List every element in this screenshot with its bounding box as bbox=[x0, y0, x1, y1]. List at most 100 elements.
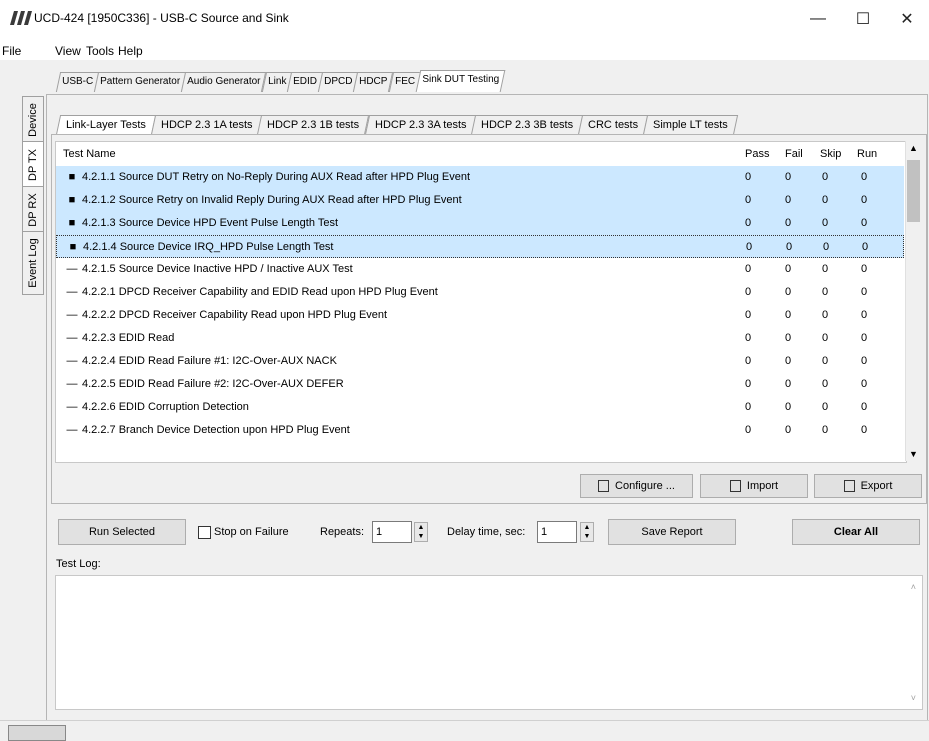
delay-label: Delay time, sec: bbox=[447, 526, 526, 538]
pass-cell: 0 bbox=[745, 309, 752, 321]
row-status-icon: ■ bbox=[68, 194, 76, 206]
skip-cell: 0 bbox=[822, 332, 829, 344]
row-status-icon: — bbox=[66, 309, 78, 321]
pass-cell: 0 bbox=[745, 378, 752, 390]
pass-cell: 0 bbox=[745, 401, 752, 413]
run-cell: 0 bbox=[861, 401, 868, 413]
pass-cell: 0 bbox=[745, 355, 752, 367]
tab-usb-c[interactable]: USB-C bbox=[55, 72, 100, 92]
table-row[interactable]: ■ 4.2.1.3 Source Device HPD Event Pulse L… bbox=[56, 212, 904, 235]
tab-simple-lt-tests[interactable]: Simple LT tests bbox=[643, 115, 739, 135]
side-tab-dp-tx[interactable]: DP TX bbox=[22, 141, 44, 189]
stop-on-failure-checkbox[interactable] bbox=[198, 526, 211, 539]
run-selected-button[interactable]: Run Selected bbox=[58, 519, 186, 545]
log-scroll-down-icon[interactable]: ˅ bbox=[911, 693, 916, 703]
app-logo-icon bbox=[10, 11, 32, 25]
stop-on-failure-label: Stop on Failure bbox=[214, 526, 289, 538]
table-row[interactable]: — 4.2.2.2 DPCD Receiver Capability Read u… bbox=[56, 304, 904, 327]
test-name-cell: 4.2.2.4 EDID Read Failure #1: I2C-Over-A… bbox=[82, 355, 337, 367]
side-tab-dp-rx[interactable]: DP RX bbox=[22, 186, 44, 234]
row-status-icon: — bbox=[66, 378, 78, 390]
skip-cell: 0 bbox=[822, 355, 829, 367]
skip-cell: 0 bbox=[822, 217, 829, 229]
minimize-button[interactable]: — bbox=[795, 0, 841, 38]
fail-cell: 0 bbox=[785, 424, 792, 436]
configure-icon bbox=[598, 480, 610, 492]
pass-cell: 0 bbox=[745, 217, 752, 229]
test-log-area[interactable]: ˄ ˅ bbox=[55, 575, 923, 710]
menu-view[interactable]: View bbox=[55, 44, 81, 58]
save-report-button[interactable]: Save Report bbox=[608, 519, 736, 545]
row-status-icon: — bbox=[66, 424, 78, 436]
menu-help[interactable]: Help bbox=[118, 44, 143, 58]
status-bar bbox=[0, 720, 929, 738]
pass-cell: 0 bbox=[745, 332, 752, 344]
table-row[interactable]: — 4.2.2.7 Branch Device Detection upon HP… bbox=[56, 419, 904, 442]
run-cell: 0 bbox=[861, 309, 868, 321]
tab-hdcp-3b-tests[interactable]: HDCP 2.3 3B tests bbox=[470, 115, 584, 135]
row-status-icon: ■ bbox=[68, 217, 76, 229]
tab-pattern-generator[interactable]: Pattern Generator bbox=[93, 72, 187, 92]
maximize-button[interactable]: ☐ bbox=[840, 0, 886, 38]
inner-tab-bar: Link-Layer Tests HDCP 2.3 1A tests HDCP … bbox=[55, 115, 739, 135]
scroll-down-icon[interactable]: ▼ bbox=[909, 449, 918, 459]
side-tab-device[interactable]: Device bbox=[22, 96, 44, 144]
table-row[interactable]: — 4.2.2.5 EDID Read Failure #2: I2C-Over-… bbox=[56, 373, 904, 396]
test-name-cell: 4.2.2.7 Branch Device Detection upon HPD… bbox=[82, 424, 350, 436]
row-status-icon: ■ bbox=[69, 241, 77, 253]
table-row[interactable]: ■ 4.2.1.2 Source Retry on Invalid Reply D… bbox=[56, 189, 904, 212]
run-cell: 0 bbox=[861, 355, 868, 367]
import-button[interactable]: Import bbox=[700, 474, 808, 498]
tab-crc-tests[interactable]: CRC tests bbox=[578, 115, 649, 135]
table-row[interactable]: — 4.2.2.6 EDID Corruption Detection 0 0 0 0 bbox=[56, 396, 904, 419]
tab-link-layer-tests[interactable]: Link-Layer Tests bbox=[55, 115, 157, 135]
tab-sink-dut-testing[interactable]: Sink DUT Testing bbox=[415, 70, 505, 92]
scroll-up-icon[interactable]: ▲ bbox=[909, 143, 918, 153]
clear-all-button[interactable]: Clear All bbox=[792, 519, 920, 545]
column-header-skip[interactable]: Skip bbox=[820, 142, 841, 166]
run-cell: 0 bbox=[861, 263, 868, 275]
repeats-spinner[interactable]: ▲ ▼ bbox=[414, 522, 428, 542]
column-header-test-name[interactable]: Test Name bbox=[63, 142, 116, 166]
tab-audio-generator[interactable]: Audio Generator bbox=[181, 72, 267, 92]
fail-cell: 0 bbox=[785, 217, 792, 229]
tab-dpcd[interactable]: DPCD bbox=[317, 72, 359, 92]
table-row[interactable]: — 4.2.2.1 DPCD Receiver Capability and ED… bbox=[56, 281, 904, 304]
column-header-pass[interactable]: Pass bbox=[745, 142, 769, 166]
pass-cell: 0 bbox=[746, 241, 753, 253]
table-row[interactable]: — 4.2.1.5 Source Device Inactive HPD / In… bbox=[56, 258, 904, 281]
table-row[interactable]: — 4.2.2.3 EDID Read 0 0 0 0 bbox=[56, 327, 904, 350]
tab-hdcp[interactable]: HDCP bbox=[353, 72, 394, 92]
table-row[interactable]: ■ 4.2.1.4 Source Device IRQ_HPD Pulse Len… bbox=[56, 235, 904, 258]
configure-button[interactable]: Configure ... bbox=[580, 474, 693, 498]
menu-file[interactable]: File bbox=[2, 44, 21, 58]
test-name-cell: 4.2.2.1 DPCD Receiver Capability and EDI… bbox=[82, 286, 438, 298]
run-cell: 0 bbox=[862, 241, 869, 253]
skip-cell: 0 bbox=[822, 263, 829, 275]
delay-spinner[interactable]: ▲ ▼ bbox=[580, 522, 594, 542]
close-button[interactable]: ✕ bbox=[884, 0, 929, 38]
fail-cell: 0 bbox=[785, 309, 792, 321]
side-tab-event-log[interactable]: Event Log bbox=[22, 231, 44, 295]
test-name-cell: 4.2.2.5 EDID Read Failure #2: I2C-Over-A… bbox=[82, 378, 344, 390]
tab-hdcp-1a-tests[interactable]: HDCP 2.3 1A tests bbox=[150, 115, 263, 135]
log-scroll-up-icon[interactable]: ˄ bbox=[911, 582, 916, 592]
skip-cell: 0 bbox=[822, 378, 829, 390]
fail-cell: 0 bbox=[785, 286, 792, 298]
test-table: Test Name Pass Fail Skip Run ■ 4.2.1.1 So… bbox=[55, 141, 907, 463]
scrollbar-thumb[interactable] bbox=[907, 160, 920, 222]
tab-hdcp-3a-tests[interactable]: HDCP 2.3 3A tests bbox=[364, 115, 477, 135]
pass-cell: 0 bbox=[745, 263, 752, 275]
column-header-fail[interactable]: Fail bbox=[785, 142, 803, 166]
column-header-run[interactable]: Run bbox=[857, 142, 877, 166]
tab-hdcp-1b-tests[interactable]: HDCP 2.3 1B tests bbox=[257, 115, 370, 135]
table-row[interactable]: — 4.2.2.4 EDID Read Failure #1: I2C-Over-… bbox=[56, 350, 904, 373]
export-button[interactable]: Export bbox=[814, 474, 922, 498]
delay-input[interactable]: 1 bbox=[537, 521, 577, 543]
table-row[interactable]: ■ 4.2.1.1 Source DUT Retry on No-Reply Du… bbox=[56, 166, 904, 189]
menu-tools[interactable]: Tools bbox=[86, 44, 114, 58]
skip-cell: 0 bbox=[822, 194, 829, 206]
skip-cell: 0 bbox=[822, 401, 829, 413]
repeats-input[interactable]: 1 bbox=[372, 521, 412, 543]
export-icon bbox=[843, 480, 855, 492]
